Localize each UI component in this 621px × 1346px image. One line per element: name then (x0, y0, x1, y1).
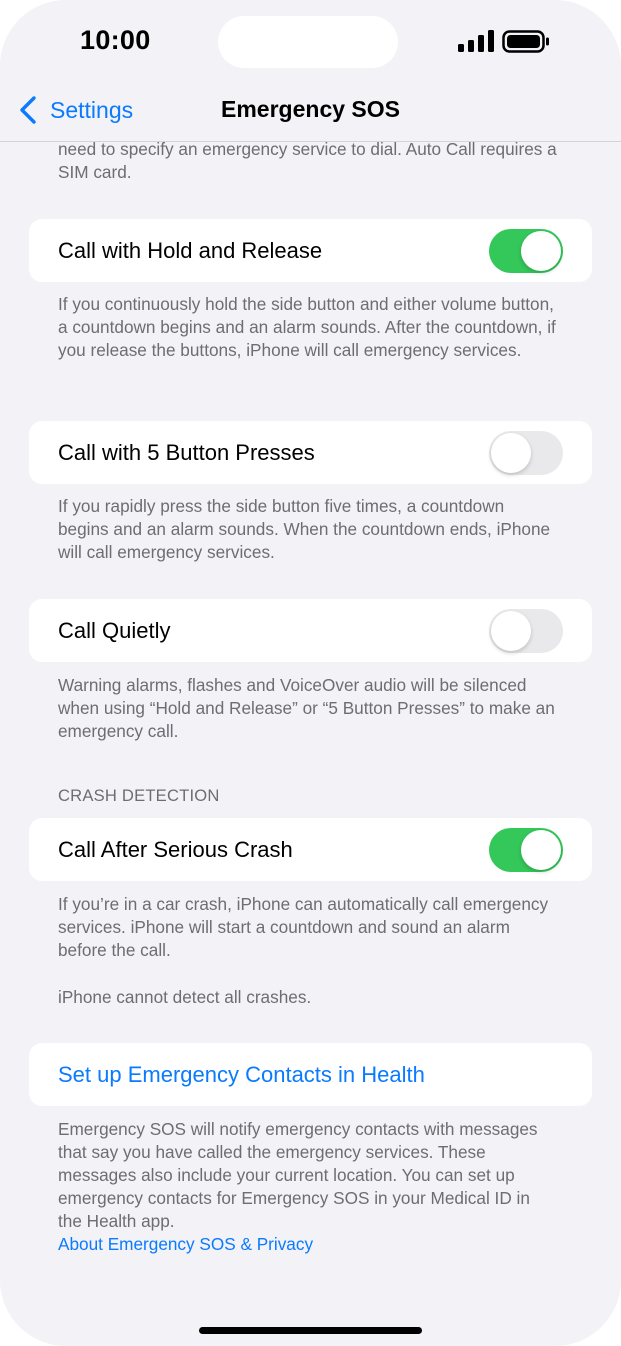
5-button-presses-toggle[interactable] (489, 431, 563, 475)
setting-row-call-quietly: Call Quietly (29, 599, 592, 662)
emergency-contacts-footnote: Emergency SOS will notify emergency cont… (58, 1118, 558, 1256)
about-sos-privacy-link[interactable]: About Emergency SOS & Privacy (58, 1233, 558, 1256)
hold-and-release-toggle[interactable] (489, 229, 563, 273)
home-indicator[interactable] (199, 1327, 422, 1334)
setting-label: Call with 5 Button Presses (58, 440, 315, 465)
set-up-emergency-contacts-link[interactable]: Set up Emergency Contacts in Health (58, 1062, 425, 1088)
toggle-knob (491, 611, 531, 651)
toggle-knob (491, 433, 531, 473)
navigation-bar: Settings Emergency SOS (0, 86, 621, 142)
toggle-knob (521, 830, 561, 870)
setting-row-hold-and-release: Call with Hold and Release (29, 219, 592, 282)
status-time: 10:00 (80, 25, 151, 55)
emergency-contacts-description: Emergency SOS will notify emergency cont… (58, 1119, 538, 1231)
crash-detection-header: CRASH DETECTION (58, 786, 220, 805)
call-quietly-toggle[interactable] (489, 609, 563, 653)
crash-detection-toggle[interactable] (489, 828, 563, 872)
toggle-knob (521, 231, 561, 271)
auto-call-footnote: need to specify an emergency service to … (58, 142, 557, 182)
crash-detection-disclaimer: iPhone cannot detect all crashes. (58, 987, 312, 1007)
settings-scroll-area[interactable]: need to specify an emergency service to … (0, 142, 621, 1346)
hold-and-release-footnote: If you continuously hold the side button… (58, 294, 556, 360)
setting-label: Call After Serious Crash (58, 837, 293, 862)
crash-detection-footnote: If you’re in a car crash, iPhone can aut… (58, 894, 549, 960)
status-bar: 10:00 (0, 0, 621, 86)
cellular-signal-icon (458, 30, 494, 52)
setting-label: Call with Hold and Release (58, 238, 323, 263)
5-button-presses-footnote: If you rapidly press the side button fiv… (58, 496, 551, 562)
dynamic-island (218, 16, 398, 68)
emergency-contacts-row[interactable]: Set up Emergency Contacts in Health (29, 1043, 592, 1106)
setting-row-crash-detection: Call After Serious Crash (29, 818, 592, 881)
call-quietly-footnote: Warning alarms, flashes and VoiceOver au… (58, 675, 555, 741)
page-title: Emergency SOS (221, 96, 400, 122)
setting-row-5-button-presses: Call with 5 Button Presses (29, 421, 592, 484)
setting-label: Call Quietly (58, 618, 171, 643)
battery-icon (502, 30, 549, 53)
phone-screen: 10:00 Settings Emergency SOS need to spe… (0, 0, 621, 1346)
